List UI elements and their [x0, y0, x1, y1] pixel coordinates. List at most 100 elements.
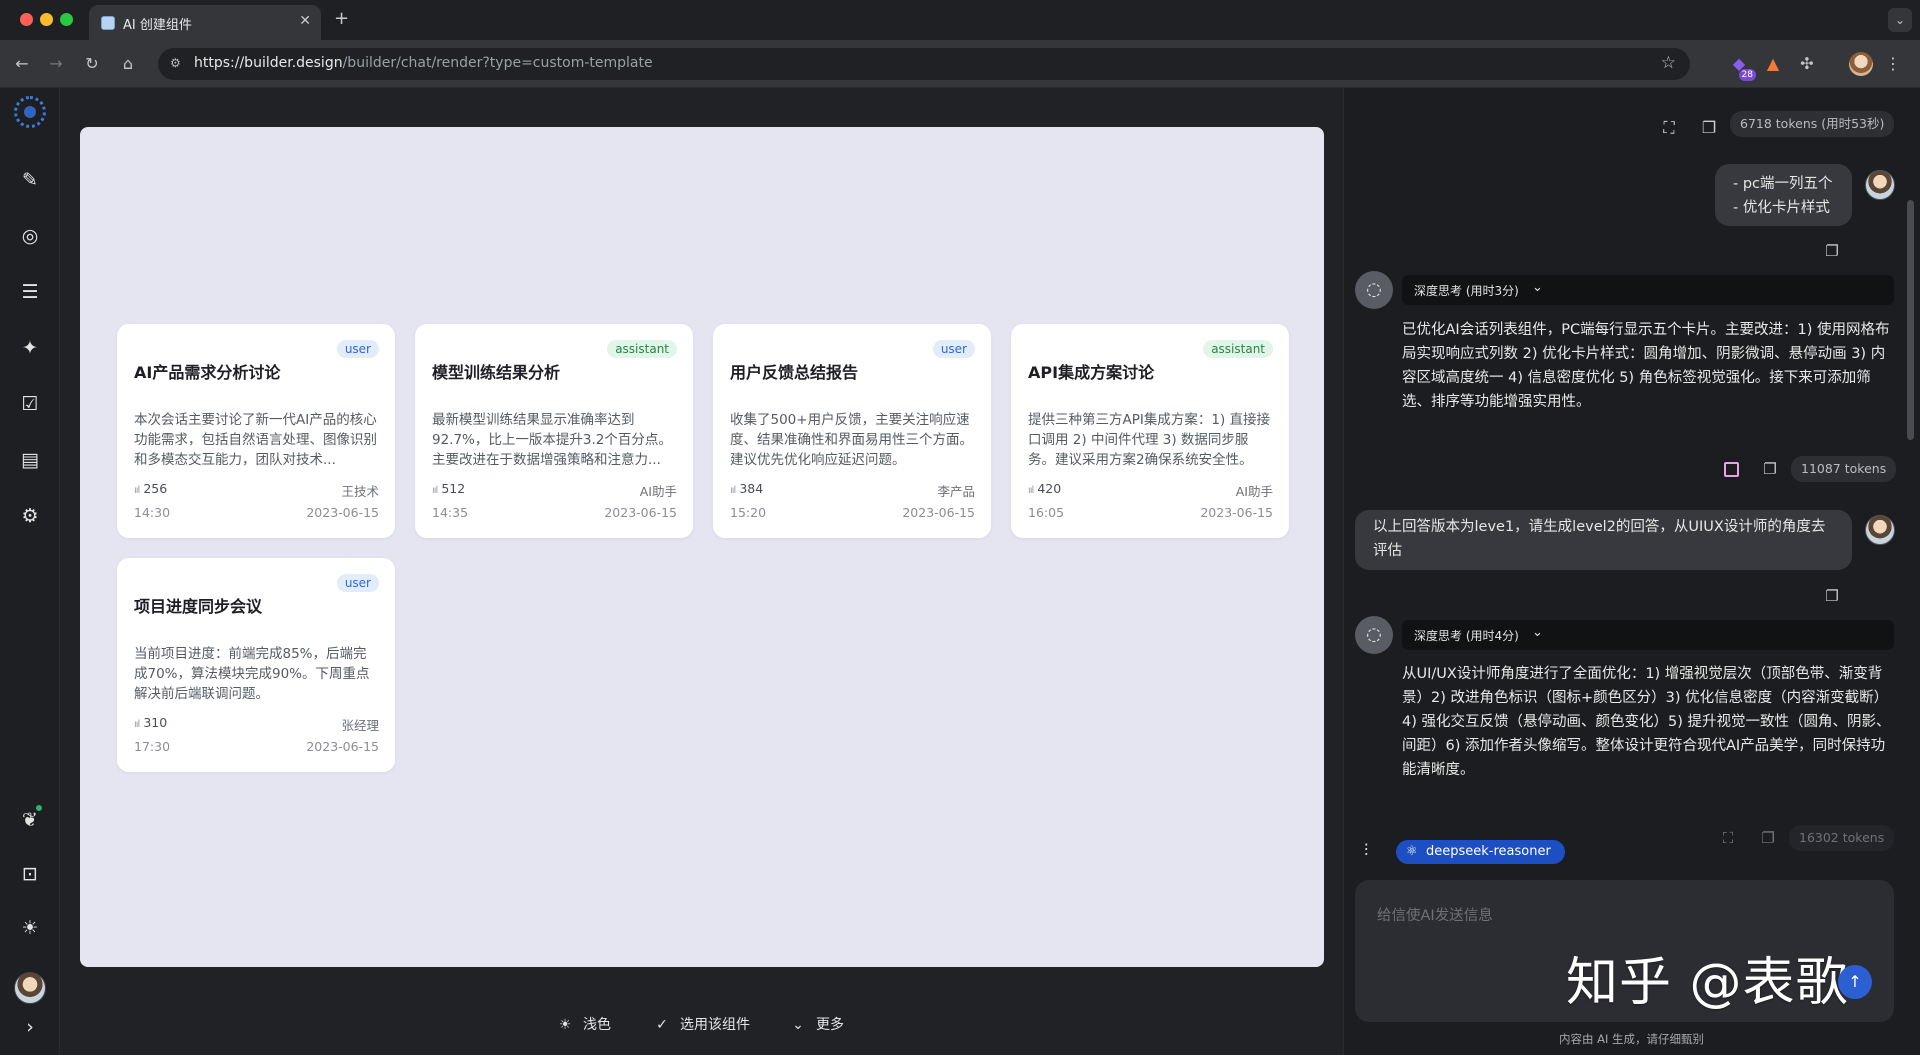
session-card[interactable]: user 项目进度同步会议 当前项目进度：前端完成85%，后端完成70%，算法模… [117, 558, 395, 772]
deep-think-toggle[interactable]: 深度思考 (用时3分) ⌄ [1402, 275, 1894, 305]
tab-title: AI 创建组件 [123, 18, 192, 33]
browser-tab-active[interactable]: AI 创建组件 ✕ [89, 5, 321, 40]
pencil-icon[interactable]: ✎ [17, 167, 43, 193]
card-description: 当前项目进度：前端完成85%，后端完成70%，算法模块完成90%。下周重点解决前… [134, 646, 370, 702]
ai-chat-bubble-icon: ◌ [1355, 271, 1393, 309]
settings-gear-icon[interactable]: ⚙ [17, 503, 43, 529]
bar-chart-icon: ııl [1028, 485, 1034, 496]
browser-profile-avatar[interactable] [1849, 52, 1873, 76]
user-avatar[interactable] [14, 972, 46, 1004]
ai-disclaimer: 内容由 AI 生成，请仔细甄别 [1558, 1032, 1705, 1046]
role-badge: user [336, 340, 379, 358]
send-arrow-icon[interactable]: ↑ [1838, 965, 1872, 999]
role-badge: user [336, 574, 379, 592]
bar-chart-icon: ııl [730, 485, 736, 496]
chevron-down-icon: ⌄ [792, 1017, 804, 1033]
browser-tabbar: AI 创建组件 ✕ + ⌄ [0, 0, 1920, 40]
message-count: ııl 420 [1028, 481, 1062, 496]
card-description: 本次会话主要讨论了新一代AI产品的核心功能需求，包括自然语言处理、图像识别和多模… [134, 412, 377, 468]
watermark-text: 知乎 @表歌 [1566, 953, 1849, 1013]
new-tab-button[interactable]: + [334, 8, 349, 29]
bar-chart-icon: ııl [134, 719, 140, 730]
copy-icon[interactable]: ❐ [1760, 459, 1780, 479]
extension-purple-icon[interactable]: ◆ 28 [1726, 51, 1756, 81]
checklist-icon[interactable]: ☑ [17, 391, 43, 417]
card-description: 提供三种第三方API集成方案：1) 直接接口调用 2) 中间件代理 3) 数据同… [1028, 412, 1271, 468]
card-author: 王技术 [341, 484, 379, 499]
extensions-puzzle-icon[interactable]: ✣ [1794, 51, 1820, 77]
theme-toggle-button[interactable]: ☀ 浅色 [555, 1014, 611, 1038]
fullscreen-icon[interactable]: ⛶ [1718, 828, 1738, 848]
card-author: AI助手 [1235, 484, 1273, 499]
token-usage-badge: 6718 tokens (用时53秒) [1730, 111, 1895, 137]
role-badge: assistant [607, 340, 677, 358]
copy-icon[interactable]: ❐ [1697, 116, 1721, 140]
card-author: AI助手 [639, 484, 677, 499]
card-date: 2023-06-15 [604, 505, 677, 520]
card-title: 模型训练结果分析 [432, 363, 561, 382]
user-manage-icon[interactable]: ⊡ [17, 861, 43, 887]
aperture-icon[interactable]: ◎ [17, 223, 43, 249]
role-badge: user [932, 340, 975, 358]
list-icon[interactable]: ☰ [17, 279, 43, 305]
fullscreen-icon[interactable]: ⛶ [1657, 116, 1681, 140]
select-component-button[interactable]: ✓ 选用该组件 [652, 1014, 750, 1038]
bar-chart-icon: ııl [432, 485, 438, 496]
window-maximize-button[interactable] [60, 13, 73, 26]
message-count: ııl 310 [134, 715, 168, 730]
card-time: 16:05 [1028, 505, 1065, 520]
session-card[interactable]: assistant API集成方案讨论 提供三种第三方API集成方案：1) 直接… [1011, 324, 1289, 538]
site-settings-icon[interactable]: ⚙ [170, 56, 186, 72]
session-card[interactable]: user AI产品需求分析讨论 本次会话主要讨论了新一代AI产品的核心功能需求，… [117, 324, 395, 538]
forward-arrow-icon[interactable]: → [44, 52, 68, 76]
user-message-bubble: 以上回答版本为leve1，请生成level2的回答，从UIUX设计师的角度去评估 [1355, 510, 1852, 570]
more-button[interactable]: ⌄ 更多 [788, 1014, 844, 1038]
checkbox-icon[interactable] [1724, 462, 1739, 477]
user-avatar [1865, 515, 1895, 545]
card-time: 15:20 [730, 505, 767, 520]
extension-orange-icon[interactable]: ▲ [1760, 51, 1786, 77]
chevron-down-icon: ⌄ [1532, 280, 1543, 295]
reload-icon[interactable]: ↻ [80, 52, 104, 76]
card-date: 2023-06-15 [1200, 505, 1273, 520]
message-count: ııl 256 [134, 481, 168, 496]
card-description: 最新模型训练结果显示准确率达到92.7%，比上一版本提升3.2个百分点。主要改进… [432, 412, 672, 468]
ai-message-text: 已优化AI会话列表组件，PC端每行显示五个卡片。主要改进：1) 使用网格布局实现… [1402, 322, 1890, 410]
card-date: 2023-06-15 [902, 505, 975, 520]
browser-menu-icon[interactable]: ⋮ [1880, 51, 1906, 77]
bar-chart-icon: ııl [134, 485, 140, 496]
card-date: 2023-06-15 [306, 739, 379, 754]
card-time: 14:35 [432, 505, 469, 520]
sliders-icon[interactable]: ⫶ [1364, 841, 1368, 861]
session-card[interactable]: assistant 模型训练结果分析 最新模型训练结果显示准确率达到92.7%，… [415, 324, 693, 538]
back-arrow-icon[interactable]: ← [10, 52, 34, 76]
message-count: ııl 384 [730, 481, 764, 496]
id-card-icon[interactable]: ▤ [17, 447, 43, 473]
ai-chat-bubble-icon: ◌ [1355, 616, 1393, 654]
window-close-button[interactable] [20, 13, 33, 26]
expand-chevron-icon[interactable]: › [17, 1014, 43, 1040]
session-card[interactable]: user 用户反馈总结报告 收集了500+用户反馈，主要关注响应速度、结果准确性… [713, 324, 991, 538]
window-minimize-button[interactable] [40, 13, 53, 26]
copy-icon[interactable]: ❐ [1758, 828, 1778, 848]
bookmark-star-icon[interactable]: ☆ [1661, 53, 1676, 73]
user-message-bubble: - pc端一列五个 - 优化卡片样式 [1715, 164, 1852, 226]
address-bar[interactable]: ⚙ https://builder.design/builder/chat/re… [158, 48, 1690, 80]
copy-icon[interactable]: ❐ [1822, 241, 1842, 261]
deep-think-toggle[interactable]: 深度思考 (用时4分) ⌄ [1402, 620, 1894, 650]
model-selector-chip[interactable]: ⚛ deepseek-reasoner [1396, 840, 1565, 864]
sparkles-icon[interactable]: ✦ [17, 335, 43, 361]
tab-search-chevron-icon[interactable]: ⌄ [1888, 8, 1912, 32]
chat-scrollbar[interactable] [1907, 200, 1914, 440]
ai-message-text: 从UI/UX设计师角度进行了全面优化：1) 增强视觉层次（顶部色带、渐变背景）2… [1402, 666, 1891, 778]
card-author: 李产品 [937, 484, 975, 499]
tab-close-icon[interactable]: ✕ [299, 13, 311, 29]
copy-icon[interactable]: ❐ [1822, 586, 1842, 606]
token-count-badge: 16302 tokens [1789, 825, 1895, 851]
card-time: 17:30 [134, 739, 171, 754]
home-icon[interactable]: ⌂ [116, 52, 140, 76]
sun-theme-icon[interactable]: ☀ [17, 915, 43, 941]
user-avatar [1865, 170, 1895, 200]
status-dot [36, 805, 42, 811]
app-logo[interactable] [14, 96, 46, 128]
